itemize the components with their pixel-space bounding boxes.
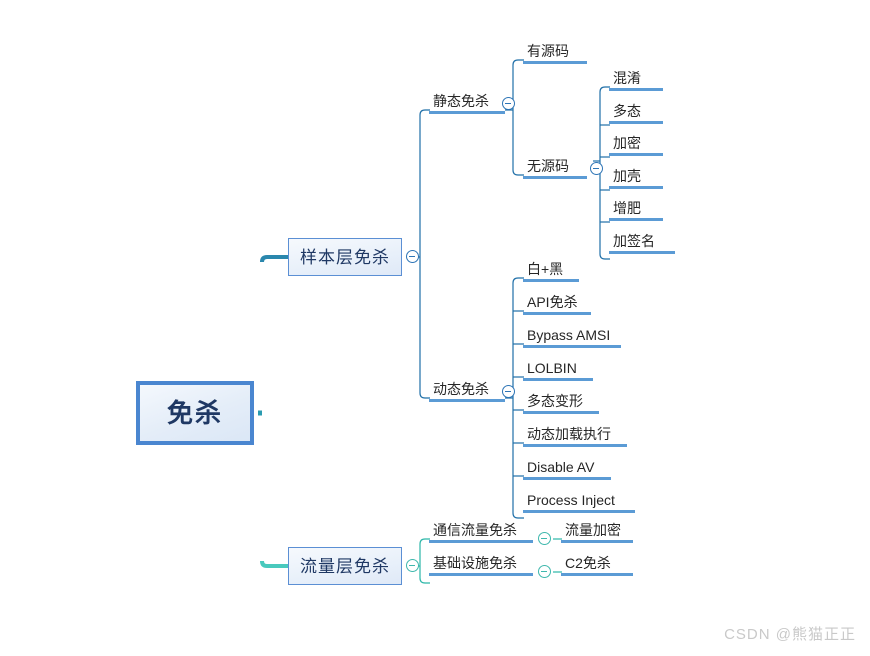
node-polymorphism[interactable]: 多态: [609, 102, 663, 124]
node-bypass-amsi[interactable]: Bypass AMSI: [523, 326, 621, 348]
collapse-minus-icon-comm-traffic-evasion[interactable]: [538, 532, 551, 545]
underline-bar: [523, 176, 587, 179]
node-process-inject-label: Process Inject: [527, 492, 615, 508]
node-with-source-label: 有源码: [527, 43, 569, 59]
node-comm-traffic-evasion-label: 通信流量免杀: [433, 522, 517, 538]
node-traffic-encryption[interactable]: 流量加密: [561, 521, 633, 543]
node-infra-evasion[interactable]: 基础设施免杀: [429, 554, 533, 576]
underline-bar: [429, 573, 533, 576]
node-signing[interactable]: 加签名: [609, 232, 675, 254]
underline-bar: [523, 312, 591, 315]
underline-bar: [609, 88, 663, 91]
underline-bar: [429, 540, 533, 543]
node-sample-layer[interactable]: 样本层免杀: [288, 238, 402, 276]
collapse-minus-icon-static-evasion[interactable]: [502, 97, 515, 110]
underline-bar: [609, 153, 663, 156]
node-c2-evasion-label: C2免杀: [565, 555, 611, 571]
collapse-minus-icon-infra-evasion[interactable]: [538, 565, 551, 578]
node-no-source[interactable]: 无源码: [523, 157, 587, 179]
collapse-minus-icon-sample-layer[interactable]: [406, 250, 419, 263]
node-c2-evasion[interactable]: C2免杀: [561, 554, 633, 576]
node-traffic-encryption-label: 流量加密: [565, 522, 621, 538]
node-traffic-layer[interactable]: 流量层免杀: [288, 547, 402, 585]
node-obfuscation-label: 混淆: [613, 70, 641, 86]
node-signing-label: 加签名: [613, 233, 655, 249]
node-polymorphism-label: 多态: [613, 103, 641, 119]
node-white-black[interactable]: 白+黑: [523, 260, 579, 282]
collapse-minus-icon-no-source[interactable]: [590, 162, 603, 175]
node-lolbin-label: LOLBIN: [527, 360, 577, 376]
node-static-evasion[interactable]: 静态免杀: [429, 92, 505, 114]
node-disable-av[interactable]: Disable AV: [523, 458, 611, 480]
underline-bar: [523, 345, 621, 348]
underline-bar: [523, 61, 587, 64]
node-api-evasion-label: API免杀: [527, 294, 578, 310]
underline-bar: [561, 573, 633, 576]
csdn-watermark: CSDN @熊猫正正: [724, 626, 856, 643]
node-with-source[interactable]: 有源码: [523, 42, 587, 64]
mindmap-canvas: 免杀 样本层免杀 流量层免杀 静态免杀 有源码 无源码 混淆 多态 加密 加壳: [0, 0, 870, 656]
underline-bar: [523, 378, 593, 381]
underline-bar: [609, 121, 663, 124]
node-packing-label: 加壳: [613, 168, 641, 184]
node-packing[interactable]: 加壳: [609, 167, 663, 189]
underline-bar: [523, 444, 627, 447]
underline-bar: [429, 399, 505, 402]
node-dynamic-evasion[interactable]: 动态免杀: [429, 380, 505, 402]
node-lolbin[interactable]: LOLBIN: [523, 359, 593, 381]
node-no-source-label: 无源码: [527, 158, 569, 174]
node-sample-layer-label: 样本层免杀: [300, 247, 390, 267]
node-polymorphic-mutation[interactable]: 多态变形: [523, 392, 599, 414]
node-polymorphic-mutation-label: 多态变形: [527, 393, 583, 409]
underline-bar: [561, 540, 633, 543]
node-obfuscation[interactable]: 混淆: [609, 69, 663, 91]
node-dynamic-evasion-label: 动态免杀: [433, 381, 489, 397]
node-dynamic-load-exec[interactable]: 动态加载执行: [523, 425, 627, 447]
root-node[interactable]: 免杀: [136, 381, 254, 445]
root-node-label: 免杀: [166, 398, 223, 428]
underline-bar: [523, 477, 611, 480]
collapse-minus-icon-traffic-layer[interactable]: [406, 559, 419, 572]
node-dynamic-load-exec-label: 动态加载执行: [527, 426, 611, 442]
node-encryption-label: 加密: [613, 135, 641, 151]
underline-bar: [523, 411, 599, 414]
node-bypass-amsi-label: Bypass AMSI: [527, 327, 611, 343]
node-fattening-label: 增肥: [613, 200, 641, 216]
underline-bar: [609, 186, 663, 189]
node-fattening[interactable]: 增肥: [609, 199, 663, 221]
collapse-minus-icon-dynamic-evasion[interactable]: [502, 385, 515, 398]
node-encryption[interactable]: 加密: [609, 134, 663, 156]
node-traffic-layer-label: 流量层免杀: [300, 556, 390, 576]
underline-bar: [523, 279, 579, 282]
node-process-inject[interactable]: Process Inject: [523, 491, 635, 513]
node-disable-av-label: Disable AV: [527, 459, 595, 475]
node-infra-evasion-label: 基础设施免杀: [433, 555, 517, 571]
node-static-evasion-label: 静态免杀: [433, 93, 489, 109]
node-comm-traffic-evasion[interactable]: 通信流量免杀: [429, 521, 533, 543]
underline-bar: [609, 218, 663, 221]
node-api-evasion[interactable]: API免杀: [523, 293, 591, 315]
underline-bar: [609, 251, 675, 254]
node-white-black-label: 白+黑: [527, 261, 564, 277]
underline-bar: [523, 510, 635, 513]
underline-bar: [429, 111, 505, 114]
